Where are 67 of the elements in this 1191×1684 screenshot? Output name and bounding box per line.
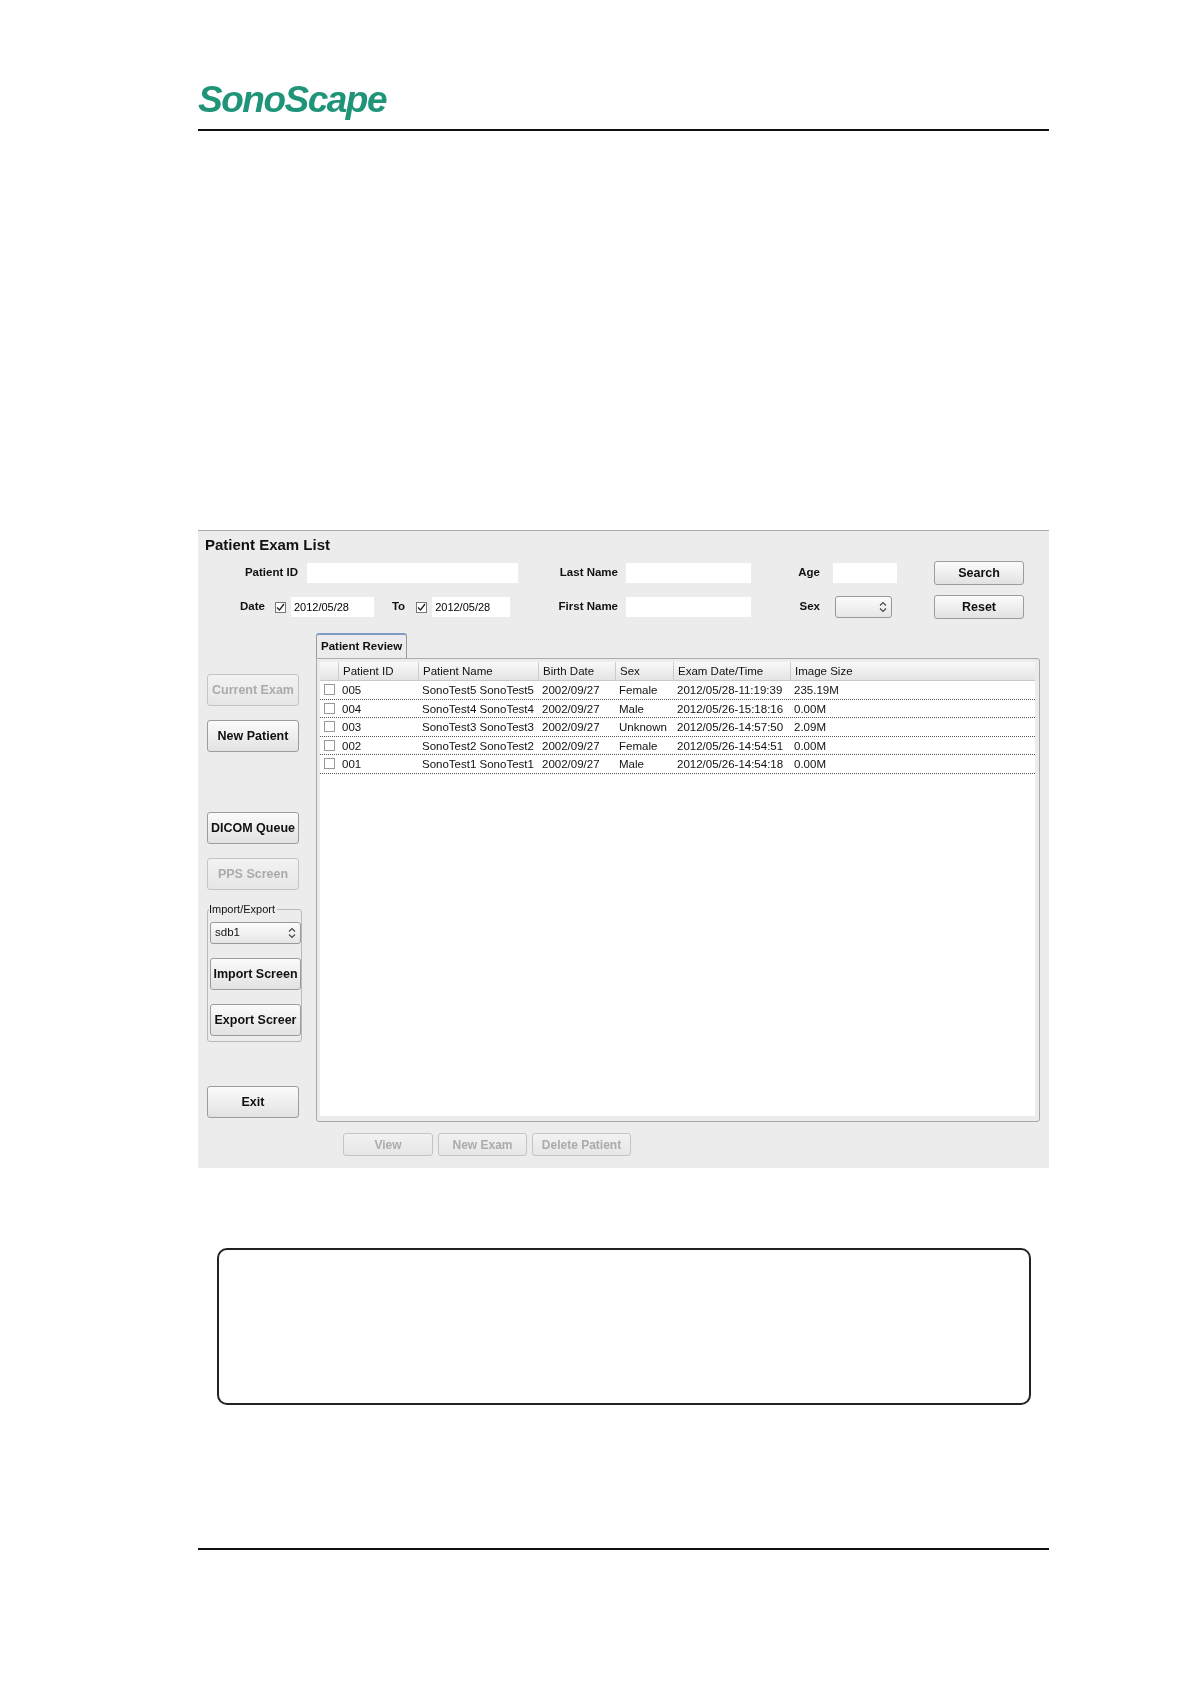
field-label: First Name: [558, 599, 619, 615]
spin-arrows-icon: [288, 927, 296, 939]
input-field[interactable]: 2012/05/28: [290, 597, 374, 617]
group-title: Import/Export: [209, 902, 278, 916]
reset-button[interactable]: Reset: [934, 595, 1024, 619]
table-cell-text: 0.00M: [793, 738, 827, 754]
sex-dropdown[interactable]: [835, 596, 892, 618]
table-cell-text: 2.09M: [793, 720, 827, 735]
table-cell-text: 2002/09/27: [541, 738, 601, 754]
table-cell-text: 2002/09/27: [541, 683, 601, 698]
table-cell-text: 2012/05/28-11:19:39: [676, 683, 784, 698]
exit-button[interactable]: Exit: [207, 1086, 299, 1118]
table-cell-text: SonoTest3 SonoTest3: [421, 720, 535, 735]
table-cell-text: 004: [341, 701, 363, 717]
row-checkbox[interactable]: [324, 739, 335, 751]
table-cell-text: Male: [618, 701, 645, 717]
field-label: Patient ID: [244, 565, 299, 581]
table-cell-text: 005: [341, 683, 363, 698]
column-header[interactable]: Image Size: [790, 662, 890, 680]
table-cell-text: SonoTest4 SonoTest4: [421, 701, 535, 717]
table-cell-text: SonoTest1 SonoTest1: [421, 757, 535, 772]
logo: SonoScape: [198, 78, 386, 122]
table-cell-text: 001: [341, 757, 363, 772]
table-cell-text: 2002/09/27: [541, 701, 601, 717]
table-cell-text: 002: [341, 738, 363, 754]
table-cell-text: SonoTest5 SonoTest5: [421, 683, 535, 698]
column-header[interactable]: Sex: [615, 662, 673, 680]
table-cell-text: Female: [618, 683, 659, 698]
field-label: Date: [240, 599, 265, 615]
field-label: To: [391, 599, 406, 615]
column-header[interactable]: Birth Date: [538, 662, 615, 680]
button[interactable]: DICOM Queue: [207, 812, 299, 844]
column-header[interactable]: Patient ID: [338, 662, 418, 680]
table-cell-text: 003: [341, 720, 363, 735]
field-label: Last Name: [559, 565, 619, 581]
table-cell-text: Female: [618, 738, 659, 754]
row-checkbox[interactable]: [324, 758, 335, 770]
field-label: Age: [798, 565, 821, 581]
table-cell-text: 2012/05/26-14:54:51: [676, 738, 785, 754]
table-cell-text: 2012/05/26-15:18:16: [676, 701, 785, 717]
checkbox[interactable]: [274, 601, 286, 613]
checkbox[interactable]: [416, 601, 428, 613]
input-field[interactable]: 2012/05/28: [432, 597, 511, 617]
table-cell-text: SonoTest2 SonoTest2: [421, 738, 535, 754]
table-cell-text: 2002/09/27: [541, 757, 601, 772]
table-cell-text: 0.00M: [793, 757, 827, 772]
row-checkbox[interactable]: [324, 702, 335, 714]
row-checkbox[interactable]: [324, 684, 335, 696]
tab[interactable]: Patient Review: [316, 633, 408, 658]
table-cell-text: Male: [618, 757, 645, 772]
window-title: Patient Exam List: [205, 535, 331, 555]
table-cell-text: Unknown: [618, 720, 668, 735]
table-cell-text: 2002/09/27: [541, 720, 601, 735]
spin-arrows-icon: [879, 601, 887, 613]
table-cell-text: 0.00M: [793, 701, 827, 717]
button[interactable]: Import Screen: [210, 958, 301, 990]
button[interactable]: Export Screer: [210, 1004, 301, 1036]
device-dropdown[interactable]: sdb1: [210, 922, 301, 944]
column-header[interactable]: Exam Date/Time: [673, 662, 790, 680]
column-header[interactable]: Patient Name: [418, 662, 538, 680]
table-cell-text: 2012/05/26-14:54:18: [676, 757, 785, 772]
row-checkbox[interactable]: [324, 721, 335, 733]
field-label: Sex: [799, 599, 821, 615]
button[interactable]: New Patient: [207, 720, 299, 752]
table-cell-text: 235.19M: [793, 683, 840, 698]
search-button[interactable]: Search: [934, 561, 1024, 585]
table-cell-text: 2012/05/26-14:57:50: [676, 720, 785, 735]
